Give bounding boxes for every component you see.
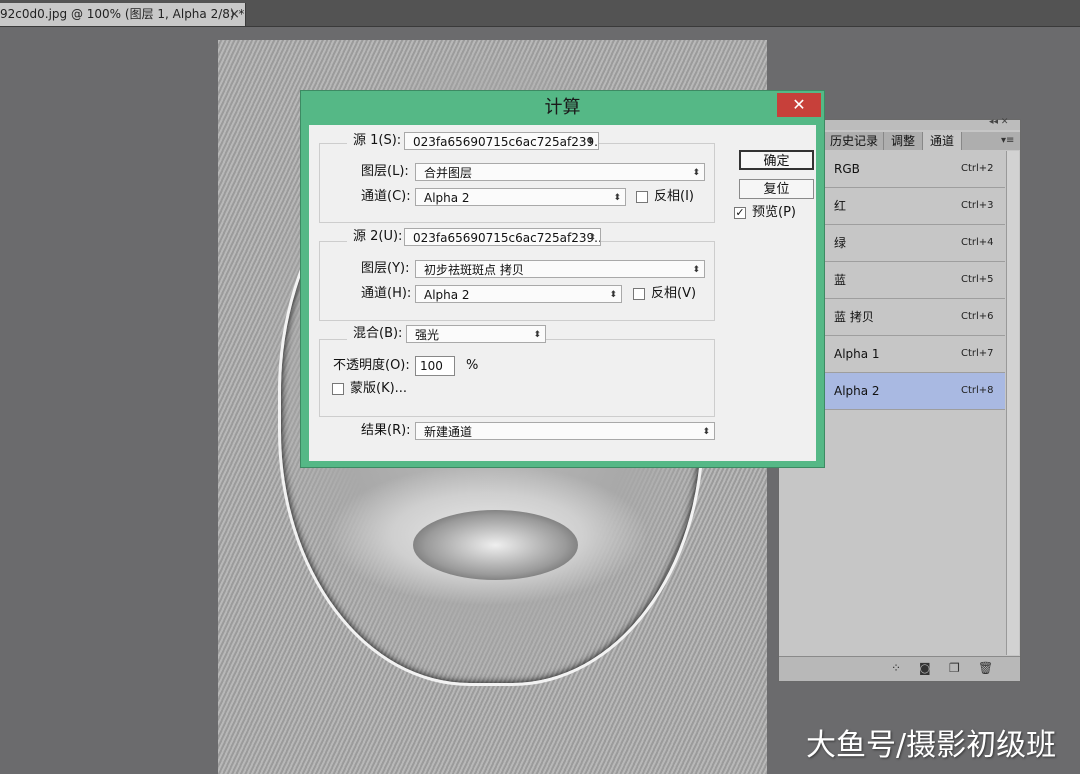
panel-footer: ⁘ ◙ ❐ 🗑: [779, 656, 1020, 681]
channel-shortcut: Ctrl+4: [961, 237, 994, 248]
source2-channel-select[interactable]: Alpha 2 ⬍: [415, 285, 622, 303]
channel-name: 红: [834, 199, 847, 213]
save-selection-icon[interactable]: ◙: [919, 661, 931, 675]
chevron-updown-icon: ⬍: [533, 330, 541, 340]
source1-file-value: 023fa65690715c6ac725af239...: [413, 135, 599, 149]
trash-icon[interactable]: 🗑: [978, 661, 993, 675]
source1-invert-checkbox[interactable]: [636, 191, 648, 203]
source1-layer-select[interactable]: 合并图层 ⬍: [415, 163, 705, 181]
new-channel-icon[interactable]: ❐: [949, 661, 960, 675]
lips: [413, 510, 578, 580]
opacity-unit: %: [466, 358, 479, 373]
source1-layer-label: 图层(L):: [361, 164, 409, 179]
source1-channel-label: 通道(C):: [361, 189, 411, 204]
channel-shortcut: Ctrl+5: [961, 274, 994, 285]
mask-label[interactable]: 蒙版(K)...: [350, 379, 407, 399]
source2-invert-label: 反相(V): [651, 286, 697, 301]
result-select[interactable]: 新建通道 ⬍: [415, 422, 715, 440]
channel-shortcut: Ctrl+6: [961, 311, 994, 322]
dialog-title: 计算: [544, 97, 581, 118]
opacity-label: 不透明度(O):: [333, 358, 410, 373]
watermark: 大鱼号/摄影初级班: [806, 728, 1057, 763]
channel-name: 绿: [834, 236, 847, 250]
source1-layer-value: 合并图层: [424, 166, 473, 180]
ok-button[interactable]: 确定: [739, 150, 814, 170]
source1-channel-select[interactable]: Alpha 2 ⬍: [415, 188, 626, 206]
channel-shortcut: Ctrl+2: [961, 163, 994, 174]
channel-shortcut: Ctrl+3: [961, 200, 994, 211]
source1-group: [319, 143, 715, 223]
source2-channel-value: Alpha 2: [424, 288, 470, 302]
chevron-updown-icon: ⬍: [702, 427, 710, 437]
load-selection-icon[interactable]: ⁘: [891, 661, 901, 675]
panel-menu-icon[interactable]: ▾≡: [1001, 132, 1014, 150]
source2-layer-select[interactable]: 初步祛斑斑点 拷贝 ⬍: [415, 260, 705, 278]
source2-file-value: 023fa65690715c6ac725af239...: [413, 231, 601, 245]
source1-label: 源 1(S):: [347, 131, 408, 151]
close-icon[interactable]: ✕: [777, 93, 821, 117]
tab-adjustments[interactable]: 调整: [884, 132, 923, 150]
calculations-dialog: 计算 ✕ 源 1(S): 023fa65690715c6ac725af239..…: [300, 90, 825, 468]
blend-group: [319, 339, 715, 417]
panel-scrollbar[interactable]: [1006, 151, 1019, 655]
tab-channels[interactable]: 通道: [923, 132, 962, 150]
source1-file-select[interactable]: 023fa65690715c6ac725af239... ⬍: [404, 132, 599, 150]
channel-name: Alpha 2: [834, 384, 880, 398]
source2-label: 源 2(U):: [347, 227, 409, 247]
chevron-updown-icon: ⬍: [609, 290, 617, 300]
channel-name: 蓝 拷贝: [834, 310, 874, 324]
channel-name: Alpha 1: [834, 347, 880, 361]
result-value: 新建通道: [424, 425, 473, 439]
blend-mode-value: 强光: [415, 328, 440, 342]
channel-shortcut: Ctrl+8: [961, 385, 994, 396]
source2-file-select[interactable]: 023fa65690715c6ac725af239... ⬍: [404, 228, 601, 246]
source2-group: [319, 241, 715, 321]
blend-label: 混合(B):: [347, 324, 409, 344]
chevron-updown-icon: ⬍: [692, 168, 700, 178]
collapse-icon[interactable]: ◂◂ ✕: [989, 117, 1008, 127]
chevron-updown-icon: ⬍: [586, 137, 594, 147]
source2-channel-label: 通道(H):: [361, 286, 412, 301]
channel-name: 蓝: [834, 273, 847, 287]
dialog-body: 源 1(S): 023fa65690715c6ac725af239... ⬍ 图层…: [309, 125, 816, 461]
document-tab-title: 92c0d0.jpg @ 100% (图层 1, Alpha 2/8) *: [0, 7, 245, 21]
source2-invert-checkbox[interactable]: [633, 288, 645, 300]
blend-mode-select[interactable]: 强光 ⬍: [406, 325, 546, 343]
source1-channel-value: Alpha 2: [424, 191, 470, 205]
preview-checkbox[interactable]: ✓: [734, 207, 746, 219]
result-label: 结果(R):: [361, 423, 411, 438]
chevron-updown-icon: ⬍: [588, 233, 596, 243]
document-tab-close-icon[interactable]: ×: [229, 3, 240, 26]
mask-checkbox[interactable]: [332, 383, 344, 395]
document-tab[interactable]: 92c0d0.jpg @ 100% (图层 1, Alpha 2/8) * ×: [0, 3, 246, 26]
source1-invert-label: 反相(I): [654, 189, 694, 204]
source2-layer-label: 图层(Y):: [361, 261, 410, 276]
reset-button[interactable]: 复位: [739, 179, 814, 199]
chevron-updown-icon: ⬍: [692, 265, 700, 275]
chevron-updown-icon: ⬍: [613, 193, 621, 203]
document-tab-bar: 92c0d0.jpg @ 100% (图层 1, Alpha 2/8) * ×: [0, 0, 1080, 27]
opacity-input[interactable]: 100: [415, 356, 455, 376]
tab-history[interactable]: 历史记录: [825, 132, 884, 150]
preview-label: 预览(P): [752, 205, 796, 220]
source2-layer-value: 初步祛斑斑点 拷贝: [424, 263, 524, 277]
channel-shortcut: Ctrl+7: [961, 348, 994, 359]
channel-name: RGB: [834, 162, 860, 176]
